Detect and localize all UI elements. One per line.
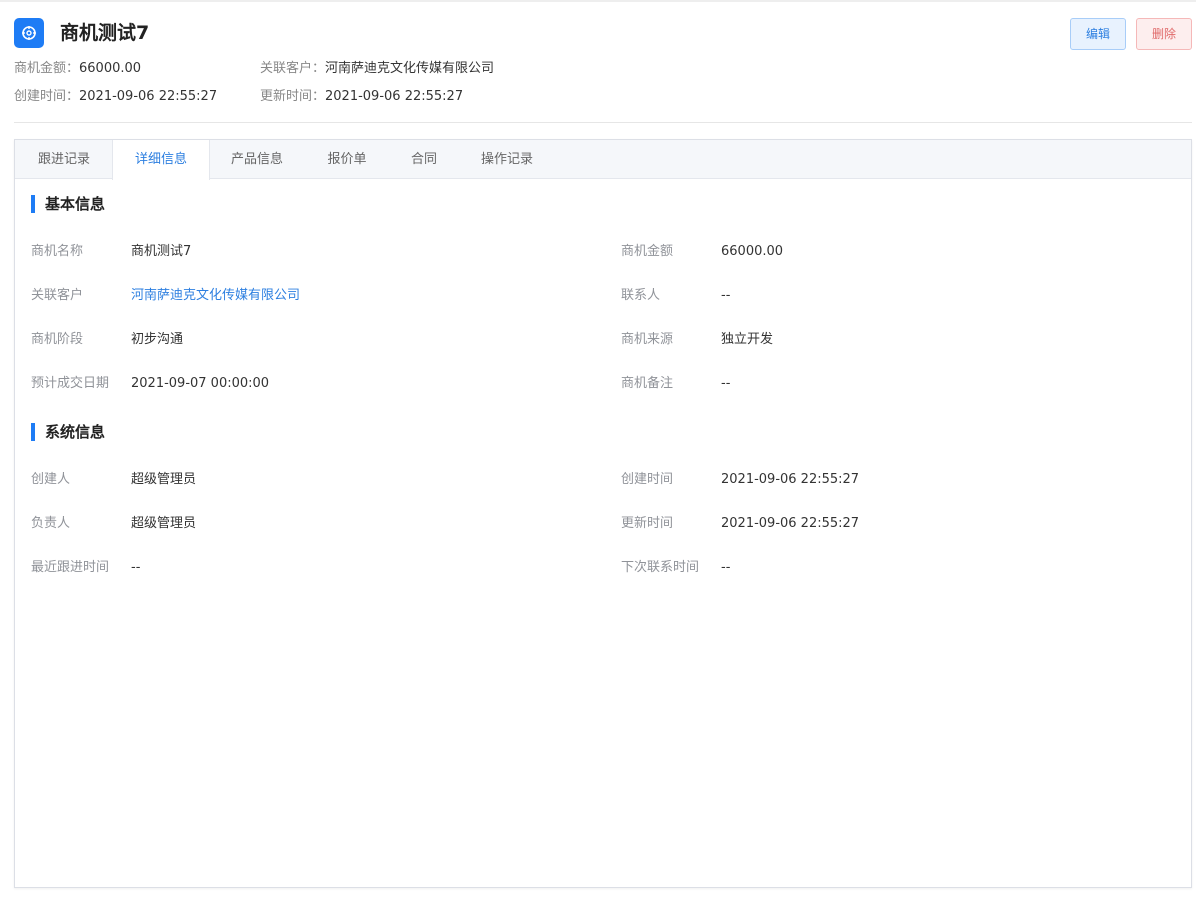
header-updated-label: 更新时间： xyxy=(260,89,326,104)
header-updated-value: 2021-09-06 22:55:27 xyxy=(325,89,464,104)
source-value: 独立开发 xyxy=(721,332,774,347)
header-customer-value: 河南萨迪克文化传媒有限公司 xyxy=(325,61,495,76)
tab-bar: 跟进记录 详细信息 产品信息 报价单 合同 操作记录 xyxy=(15,140,1191,180)
owner-value: 超级管理员 xyxy=(131,516,197,531)
name-value: 商机测试7 xyxy=(131,244,192,259)
deal-date-label: 预计成交日期 xyxy=(31,376,110,391)
amount-label: 商机金额 xyxy=(621,244,674,259)
remark-label: 商机备注 xyxy=(621,376,674,391)
stage-label: 商机阶段 xyxy=(31,332,84,347)
header-created: 创建时间：2021-09-06 22:55:27 xyxy=(14,88,217,106)
source-label: 商机来源 xyxy=(621,332,674,347)
header-amount-value: 66000.00 xyxy=(79,61,142,76)
detail-panel: 跟进记录 详细信息 产品信息 报价单 合同 操作记录 基本信息 商机名称 商机测… xyxy=(14,139,1192,888)
next-contact-label: 下次联系时间 xyxy=(621,560,700,575)
header-customer: 关联客户：河南萨迪克文化传媒有限公司 xyxy=(260,60,494,78)
contact-value: -- xyxy=(721,288,731,303)
customer-link[interactable]: 河南萨迪克文化传媒有限公司 xyxy=(131,287,300,305)
basic-info-title: 基本信息 xyxy=(31,194,105,214)
header-created-label: 创建时间： xyxy=(14,89,80,104)
edit-button[interactable]: 编辑 xyxy=(1070,18,1126,50)
system-created-value: 2021-09-06 22:55:27 xyxy=(721,472,860,487)
creator-label: 创建人 xyxy=(31,472,71,487)
header-customer-label: 关联客户： xyxy=(260,61,326,76)
stage-value: 初步沟通 xyxy=(131,332,184,347)
contact-label: 联系人 xyxy=(621,288,661,303)
remark-value: -- xyxy=(721,376,731,391)
tab-operation-log[interactable]: 操作记录 xyxy=(458,140,556,179)
page-title: 商机测试7 xyxy=(60,22,150,44)
last-follow-label: 最近跟进时间 xyxy=(31,560,110,575)
delete-button[interactable]: 删除 xyxy=(1136,18,1192,50)
opportunity-icon xyxy=(14,18,44,48)
system-updated-label: 更新时间 xyxy=(621,516,674,531)
system-created-label: 创建时间 xyxy=(621,472,674,487)
tab-contracts[interactable]: 合同 xyxy=(390,140,458,179)
name-label: 商机名称 xyxy=(31,244,84,259)
header-amount: 商机金额：66000.00 xyxy=(14,60,141,78)
tab-quotes[interactable]: 报价单 xyxy=(304,140,390,179)
system-info-title: 系统信息 xyxy=(31,422,105,442)
owner-label: 负责人 xyxy=(31,516,71,531)
amount-value: 66000.00 xyxy=(721,244,784,259)
header-updated: 更新时间：2021-09-06 22:55:27 xyxy=(260,88,463,106)
deal-date-value: 2021-09-07 00:00:00 xyxy=(131,376,270,391)
system-updated-value: 2021-09-06 22:55:27 xyxy=(721,516,860,531)
creator-value: 超级管理员 xyxy=(131,472,197,487)
opportunity-header: 商机测试7 商机金额：66000.00 关联客户：河南萨迪克文化传媒有限公司 创… xyxy=(14,18,1192,122)
top-border xyxy=(0,0,1196,2)
last-follow-value: -- xyxy=(131,560,141,575)
next-contact-value: -- xyxy=(721,560,731,575)
header-created-value: 2021-09-06 22:55:27 xyxy=(79,89,218,104)
customer-label: 关联客户 xyxy=(31,288,84,303)
tab-follow-records[interactable]: 跟进记录 xyxy=(15,140,113,179)
tab-details[interactable]: 详细信息 xyxy=(112,140,210,180)
tab-products[interactable]: 产品信息 xyxy=(210,140,304,179)
header-amount-label: 商机金额： xyxy=(14,61,80,76)
header-divider xyxy=(14,122,1192,123)
